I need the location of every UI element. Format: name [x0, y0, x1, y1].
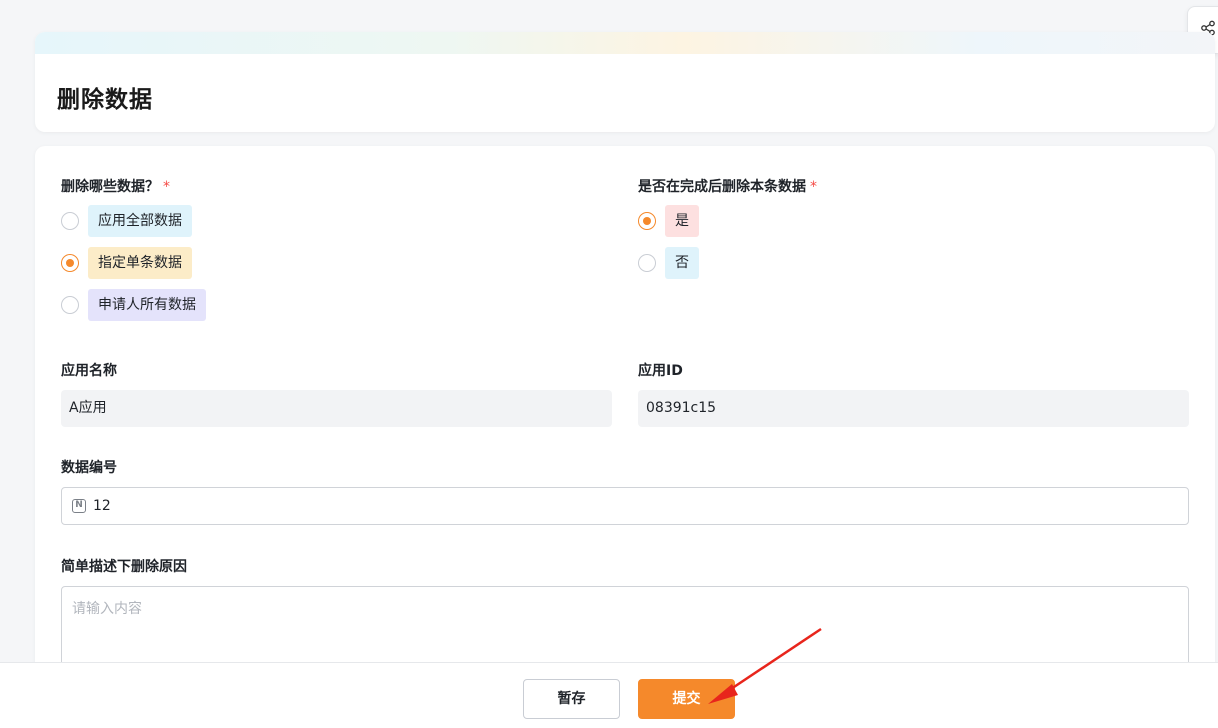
radio-button[interactable] — [61, 296, 79, 314]
scope-option-all-label[interactable]: 应用全部数据 — [88, 205, 192, 237]
scope-option-applicant-label[interactable]: 申请人所有数据 — [88, 289, 206, 321]
header-card: 删除数据 — [35, 32, 1215, 132]
radio-button[interactable] — [638, 254, 656, 272]
reason-label: 简单描述下删除原因 — [61, 559, 187, 575]
data-number-value: 12 — [93, 497, 111, 514]
delete-after-label-text: 是否在完成后删除本条数据 — [638, 179, 806, 195]
delete-after-option-yes-label[interactable]: 是 — [665, 205, 699, 237]
app-name-field: A应用 — [61, 390, 612, 427]
save-draft-button[interactable]: 暂存 — [523, 679, 620, 719]
scope-option-applicant[interactable]: 申请人所有数据 — [61, 289, 206, 321]
app-name-label: 应用名称 — [61, 363, 117, 379]
red-arrow-icon — [708, 627, 822, 704]
delete-after-label: 是否在完成后删除本条数据 * — [638, 176, 817, 196]
scope-option-all[interactable]: 应用全部数据 — [61, 205, 192, 237]
delete-after-option-no-label[interactable]: 否 — [665, 247, 699, 279]
delete-scope-label-text: 删除哪些数据？ — [61, 179, 159, 195]
scope-option-single[interactable]: 指定单条数据 — [61, 247, 192, 279]
data-number-label: 数据编号 — [61, 460, 117, 476]
form-card: 删除哪些数据？ * 应用全部数据 指定单条数据 申请人所有数据 是否在完成后删除本… — [35, 146, 1215, 728]
footer-bar: 暂存 提交 — [0, 662, 1218, 728]
delete-scope-label: 删除哪些数据？ * — [61, 176, 170, 196]
radio-button[interactable] — [61, 212, 79, 230]
delete-after-option-no[interactable]: 否 — [638, 247, 699, 279]
scope-option-single-label[interactable]: 指定单条数据 — [88, 247, 192, 279]
delete-after-option-yes[interactable]: 是 — [638, 205, 699, 237]
app-id-label: 应用ID — [638, 363, 683, 379]
app-id-field: 08391c15 — [638, 390, 1189, 427]
required-mark: * — [163, 179, 170, 195]
data-number-input[interactable]: N 12 — [61, 487, 1189, 525]
required-mark: * — [810, 179, 817, 195]
radio-button-checked[interactable] — [61, 254, 79, 272]
reason-placeholder: 请输入内容 — [72, 601, 142, 617]
header-gradient-bar — [35, 32, 1215, 54]
page-title: 删除数据 — [57, 87, 153, 113]
radio-button-checked[interactable] — [638, 212, 656, 230]
number-icon: N — [72, 499, 86, 513]
